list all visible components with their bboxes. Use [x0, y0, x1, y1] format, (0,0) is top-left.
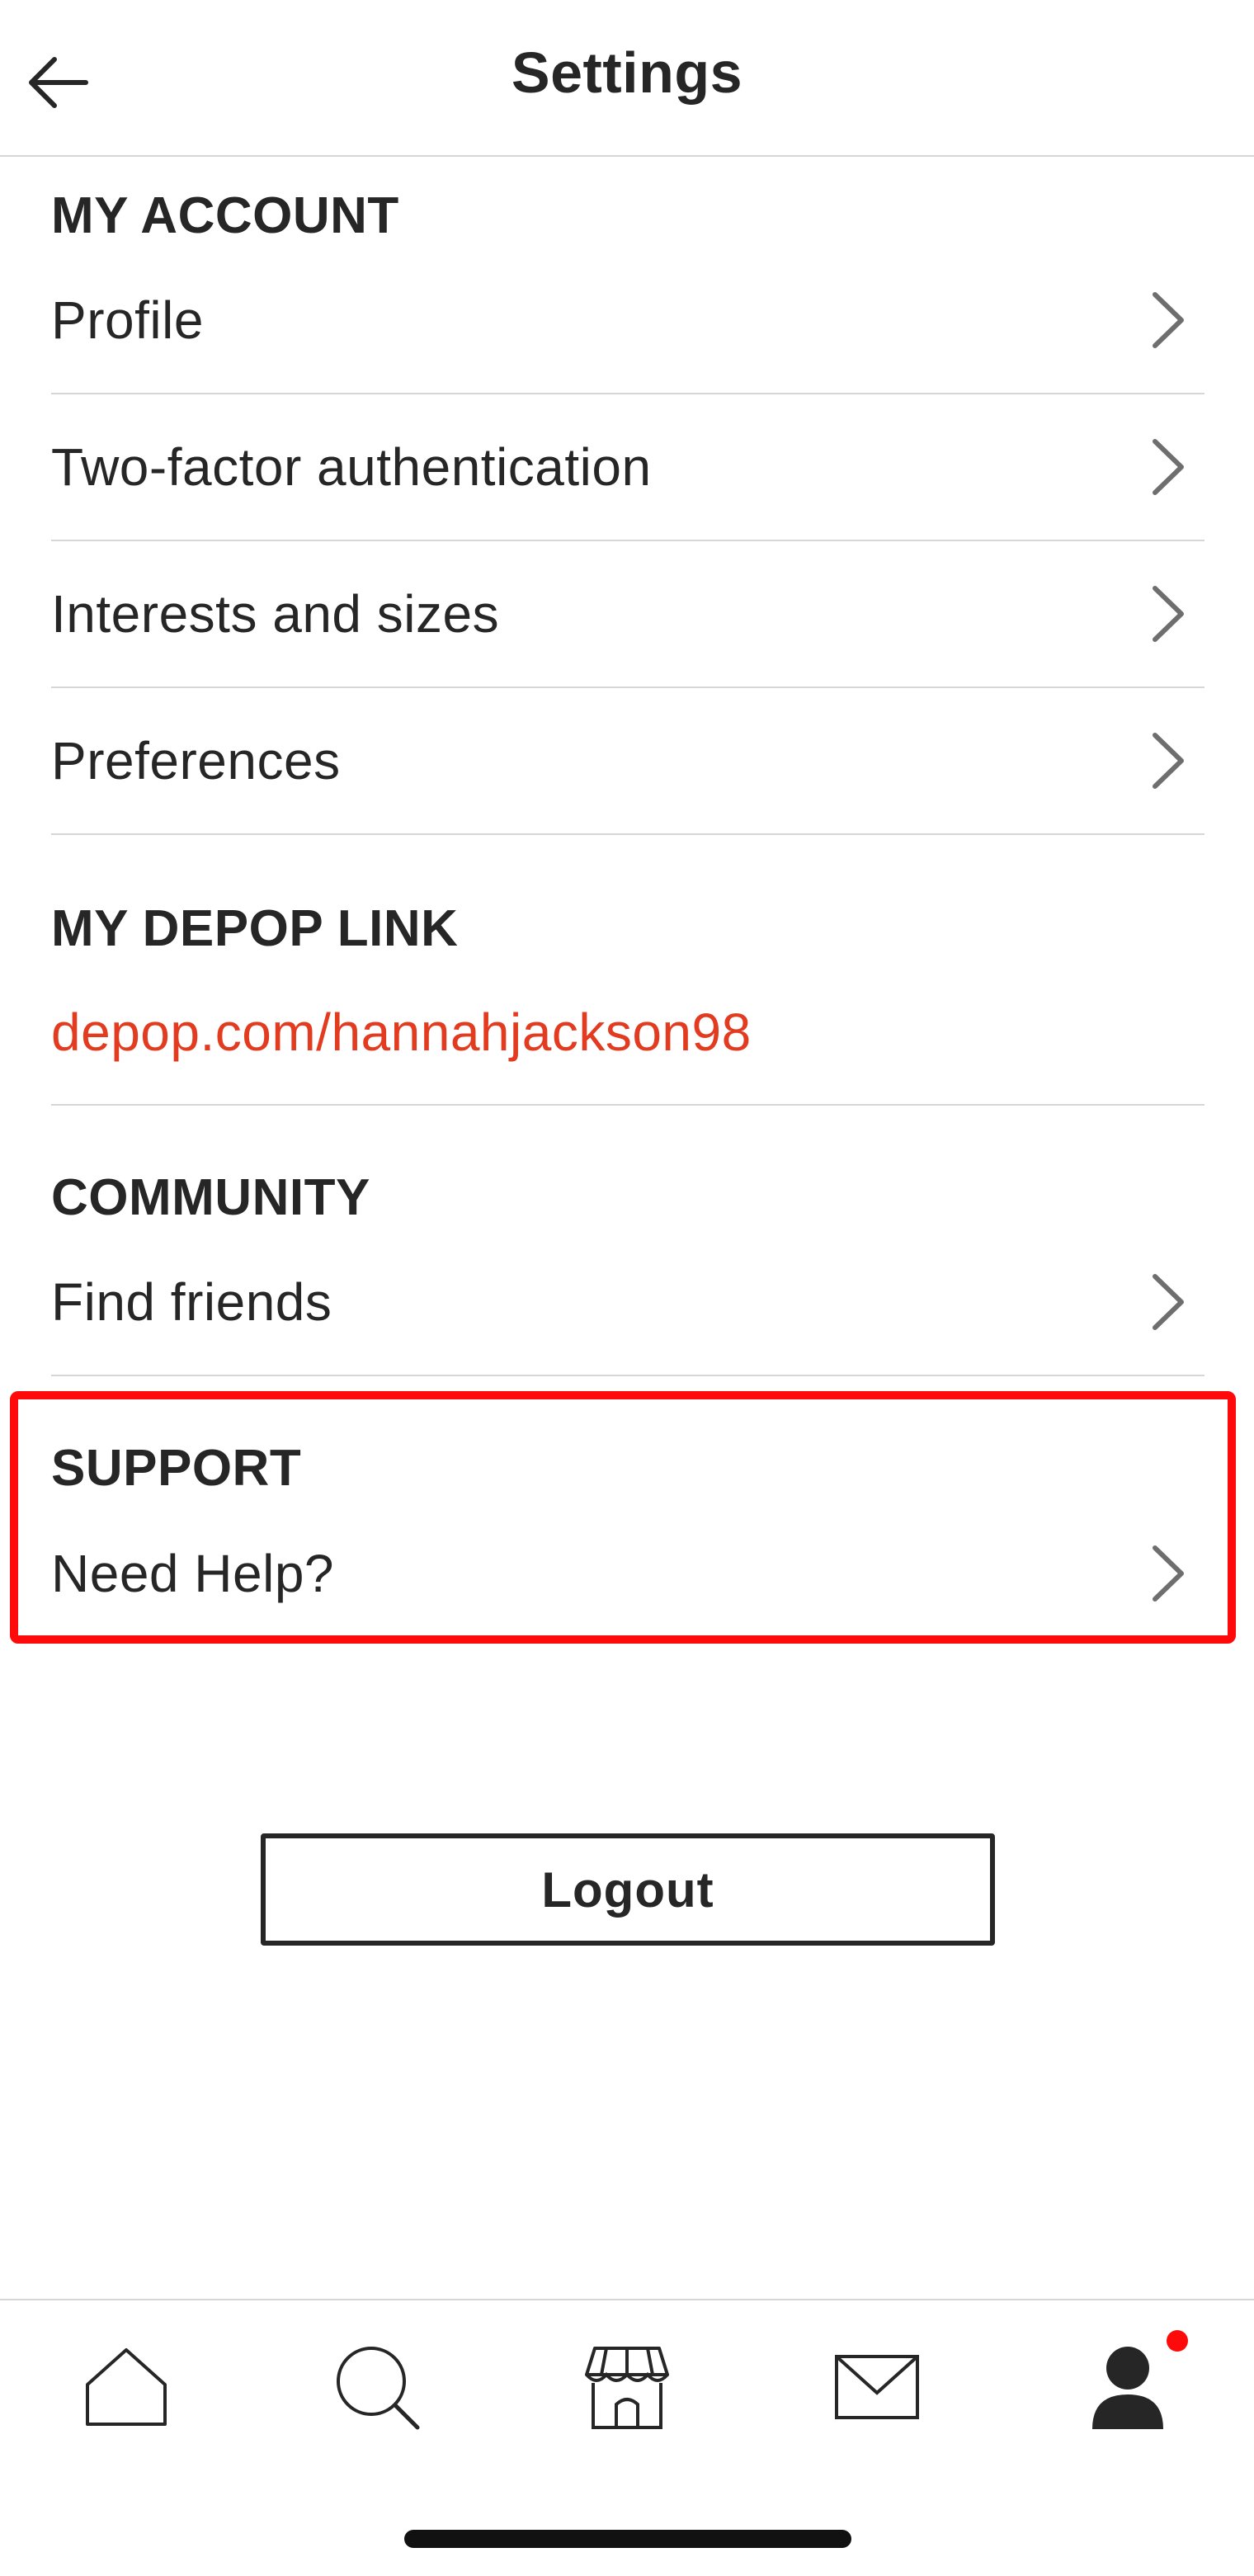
settings-item-need-help[interactable]: Need Help? [51, 1500, 1204, 1647]
settings-item-label: Preferences [51, 731, 341, 790]
home-indicator [404, 2530, 851, 2548]
nav-shop[interactable] [573, 2333, 681, 2441]
search-icon [337, 2347, 420, 2430]
nav-search[interactable] [323, 2333, 431, 2441]
notification-dot [1167, 2330, 1188, 2352]
chevron-right-icon [1153, 586, 1184, 642]
depop-link-row[interactable]: depop.com/hannahjackson98 [51, 990, 1204, 1106]
section-heading-community: COMMUNITY [51, 1169, 370, 1226]
chevron-right-icon [1153, 733, 1184, 789]
chevron-right-icon [1153, 1274, 1184, 1330]
logout-button[interactable]: Logout [261, 1833, 995, 1946]
section-heading-my-depop-link: MY DEPOP LINK [51, 900, 459, 957]
settings-item-find-friends[interactable]: Find friends [51, 1229, 1204, 1376]
nav-profile[interactable] [1074, 2330, 1188, 2441]
nav-home[interactable] [73, 2333, 180, 2441]
settings-item-preferences[interactable]: Preferences [51, 688, 1204, 835]
settings-item-label: Find friends [51, 1272, 332, 1332]
chevron-right-icon [1153, 439, 1184, 495]
settings-item-two-factor-authentication[interactable]: Two-factor authentication [51, 394, 1204, 541]
chevron-right-icon [1153, 292, 1184, 348]
bottom-nav [0, 2299, 1254, 2480]
settings-item-label: Need Help? [51, 1544, 334, 1603]
home-icon [86, 2348, 167, 2426]
settings-item-profile[interactable]: Profile [51, 248, 1204, 394]
nav-messages[interactable] [823, 2333, 931, 2441]
page-title: Settings [511, 40, 743, 105]
depop-profile-link[interactable]: depop.com/hannahjackson98 [51, 1002, 752, 1063]
profile-icon [1092, 2347, 1163, 2429]
messages-icon [835, 2355, 919, 2419]
chevron-right-icon [1153, 1545, 1184, 1602]
section-heading-my-account: MY ACCOUNT [51, 187, 399, 244]
settings-item-label: Two-factor authentication [51, 437, 652, 497]
header: Settings [0, 0, 1254, 157]
settings-item-interests-and-sizes[interactable]: Interests and sizes [51, 541, 1204, 688]
section-heading-support: SUPPORT [51, 1440, 302, 1497]
settings-item-label: Profile [51, 290, 204, 350]
settings-item-label: Interests and sizes [51, 584, 500, 644]
shop-icon [585, 2347, 669, 2429]
